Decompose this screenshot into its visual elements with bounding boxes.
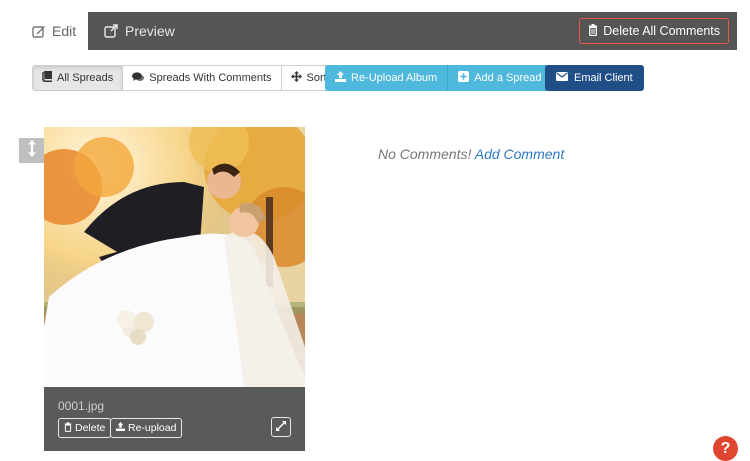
spread-card: 0001.jpg Delete Re-upload: [44, 127, 305, 451]
add-spread-label: Add a Spread: [474, 72, 542, 84]
upload-icon: [335, 71, 346, 85]
move-arrows-icon: [290, 71, 302, 85]
tab-preview[interactable]: Preview: [104, 12, 175, 50]
comments-icon: [132, 71, 145, 85]
spreads-with-comments-button[interactable]: Spreads With Comments: [123, 66, 282, 90]
trash-icon: [588, 23, 598, 39]
add-spread-button[interactable]: Add a Spread: [448, 65, 552, 91]
spread-photo: [44, 127, 305, 387]
top-bar: Edit Preview Delete All Comments: [18, 12, 737, 50]
vertical-arrows-icon: [27, 139, 37, 162]
upload-icon: [116, 422, 125, 434]
tab-edit-label: Edit: [52, 23, 77, 39]
external-link-icon: [104, 24, 119, 38]
tab-edit[interactable]: Edit: [18, 12, 88, 50]
spread-reupload-button[interactable]: Re-upload: [110, 418, 183, 438]
spread-footer: 0001.jpg Delete Re-upload: [44, 387, 305, 451]
reupload-album-label: Re-Upload Album: [351, 72, 438, 84]
drag-handle[interactable]: [19, 138, 44, 163]
spread-expand-button[interactable]: [271, 417, 291, 437]
help-button[interactable]: ?: [713, 436, 738, 461]
trash-icon: [64, 421, 72, 435]
pencil-square-icon: [32, 24, 46, 38]
email-client-button[interactable]: Email Client: [545, 65, 644, 91]
delete-all-comments-label: Delete All Comments: [603, 24, 720, 38]
expand-icon: [276, 418, 286, 436]
spread-filter-group: All Spreads Spreads With Comments Sort: [32, 65, 337, 91]
envelope-icon: [556, 72, 568, 84]
reupload-album-button[interactable]: Re-Upload Album: [325, 65, 449, 91]
spread-delete-label: Delete: [75, 422, 106, 434]
book-icon: [42, 71, 52, 85]
sort-label: Sort: [306, 72, 327, 84]
tab-preview-label: Preview: [125, 23, 175, 39]
email-client-label: Email Client: [574, 72, 633, 84]
all-spreads-button[interactable]: All Spreads: [33, 66, 124, 90]
album-actions-group: Re-Upload Album Add a Spread: [325, 65, 552, 91]
comments-area: No Comments! Add Comment: [378, 146, 564, 162]
all-spreads-label: All Spreads: [57, 72, 114, 84]
spread-filename: 0001.jpg: [58, 399, 105, 413]
spread-reupload-label: Re-upload: [128, 422, 177, 434]
help-icon: ?: [720, 439, 731, 457]
add-comment-link[interactable]: Add Comment: [475, 146, 564, 162]
delete-all-comments-button[interactable]: Delete All Comments: [579, 18, 729, 44]
spreads-with-comments-label: Spreads With Comments: [149, 72, 272, 84]
spread-delete-button[interactable]: Delete: [58, 418, 112, 438]
no-comments-text: No Comments!: [378, 146, 472, 162]
plus-square-icon: [458, 71, 470, 85]
